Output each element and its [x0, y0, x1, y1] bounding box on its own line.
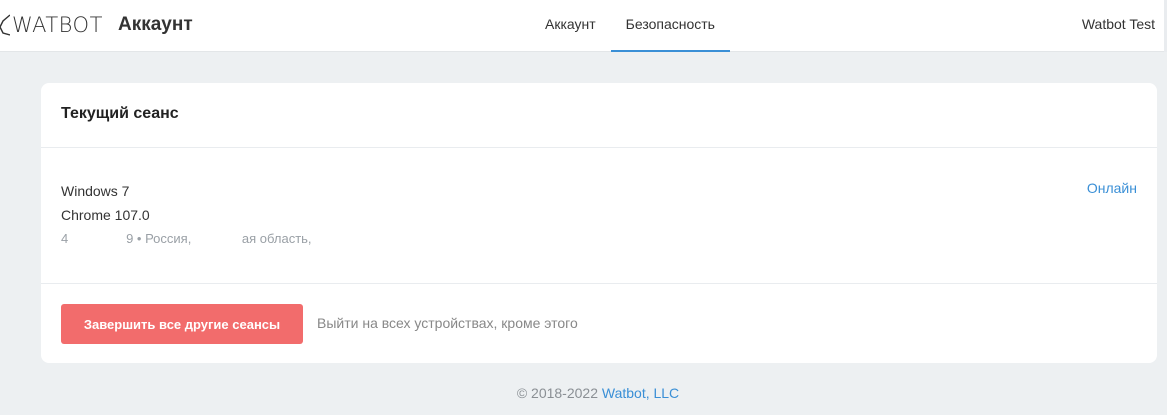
copyright: © 2018-2022 [516, 385, 598, 401]
session-date-prefix: 4 [61, 231, 69, 246]
logo[interactable]: WATBOT [0, 13, 103, 37]
current-session-card: Текущий сеанс Windows 7 Chrome 107.0 4 9… [41, 83, 1157, 363]
card-title: Текущий сеанс [61, 105, 179, 122]
logo-icon [0, 13, 10, 37]
tab-account[interactable]: Аккаунт [530, 0, 611, 52]
divider [41, 283, 1157, 284]
redacted-region [195, 231, 242, 246]
session-date-location: 9 • Россия, [126, 231, 192, 246]
user-menu[interactable]: Watbot Test [1082, 16, 1155, 32]
session-region: ая область, [241, 231, 312, 246]
end-sessions-hint: Выйти на всех устройствах, кроме этого [317, 315, 578, 331]
session-status: Онлайн [1086, 180, 1137, 196]
session-browser: Chrome 107.0 [61, 207, 150, 223]
redacted-date [72, 231, 123, 246]
divider [41, 147, 1157, 148]
redacted-city [315, 231, 351, 246]
main-nav: Аккаунт Безопасность [530, 0, 730, 52]
footer: © 2018-2022 Watbot, LLC [0, 385, 1167, 401]
session-meta: 4 9 • Россия, ая область, [61, 227, 351, 251]
top-bar: WATBOT Аккаунт Аккаунт Безопасность Watb… [0, 0, 1167, 52]
app-title: Аккаунт [118, 14, 193, 35]
session-info: Windows 7 Chrome 107.0 4 9 • Россия, ая … [61, 179, 351, 251]
end-other-sessions-button[interactable]: Завершить все другие сеансы [61, 304, 303, 344]
session-os: Windows 7 [61, 183, 130, 199]
company-link[interactable]: Watbot, LLC [602, 385, 679, 401]
tab-security[interactable]: Безопасность [610, 0, 730, 52]
logo-text: WATBOT [12, 13, 103, 37]
